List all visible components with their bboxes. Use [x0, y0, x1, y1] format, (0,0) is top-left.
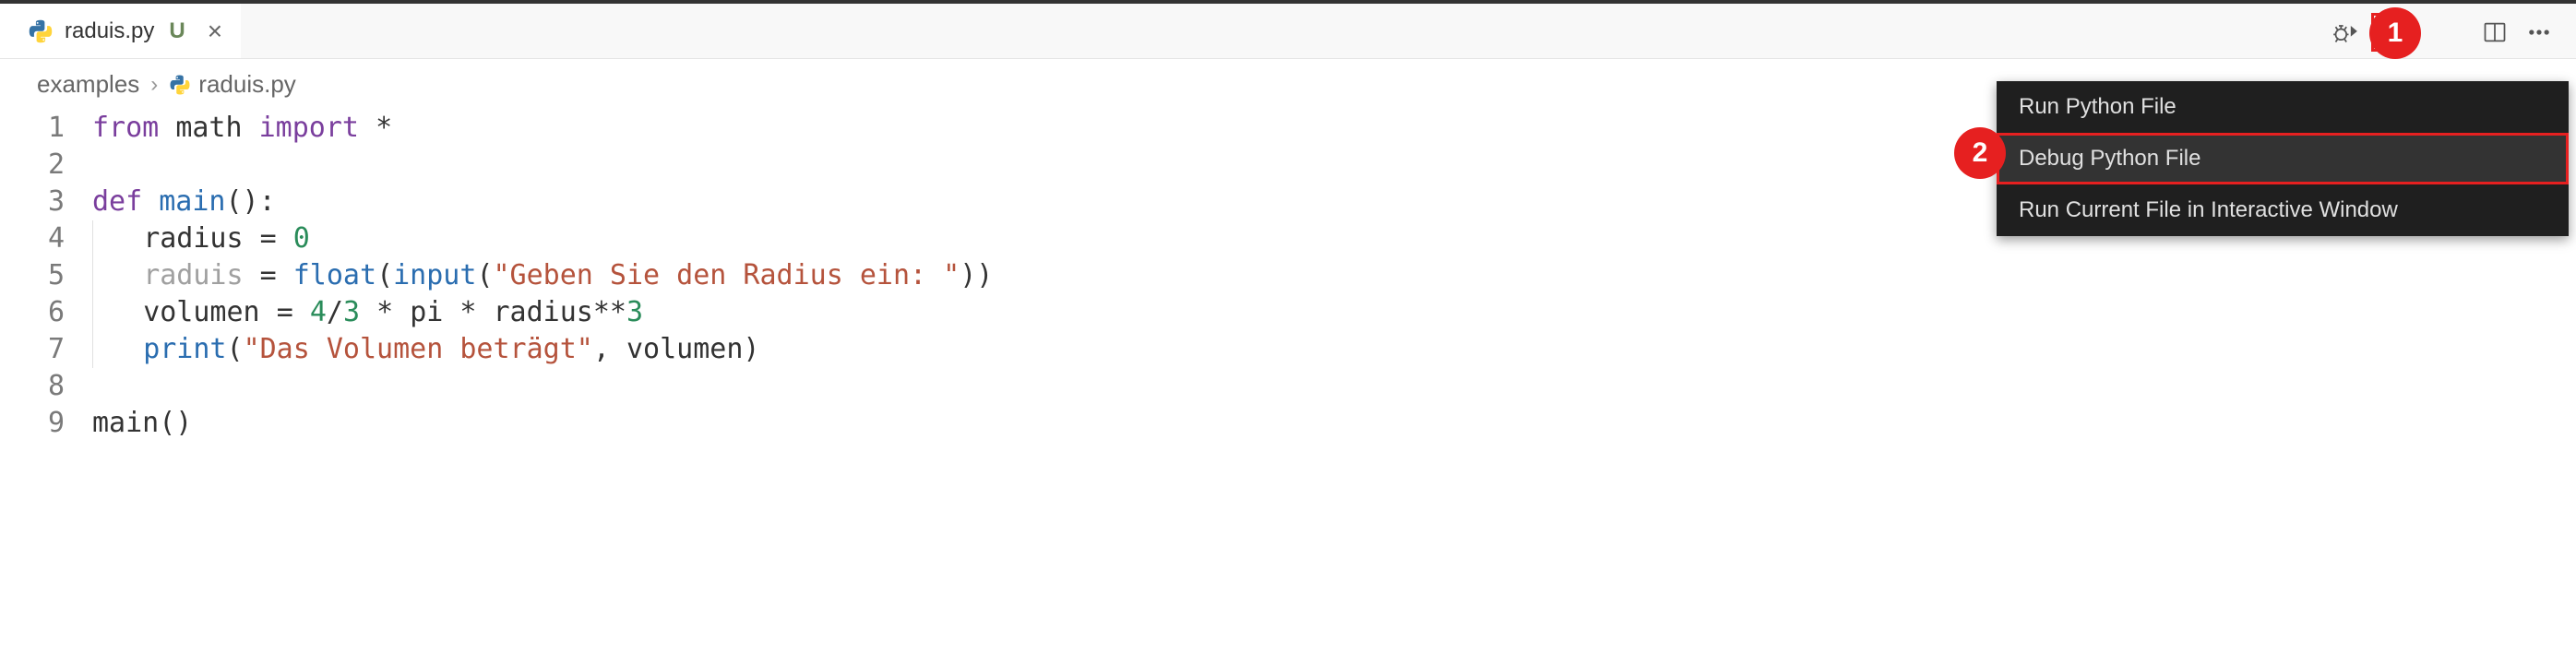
breadcrumb-folder[interactable]: examples [37, 70, 139, 99]
run-context-menu: Run Python FileDebug Python FileRun Curr… [1997, 81, 2569, 236]
annotation-marker-1: 1 [2369, 7, 2421, 59]
line-number: 5 [0, 257, 65, 294]
line-number: 3 [0, 184, 65, 220]
line-number: 6 [0, 294, 65, 331]
breadcrumb-file[interactable]: raduis.py [169, 70, 296, 99]
editor-tab[interactable]: raduis.py U × [0, 4, 241, 58]
code-line[interactable]: volumen = 4/3 * pi * radius**3 [92, 294, 2576, 331]
menu-item[interactable]: Run Current File in Interactive Window [1997, 184, 2569, 236]
tab-modified-indicator: U [169, 18, 185, 44]
menu-item[interactable]: Run Python File [1997, 81, 2569, 133]
menu-item[interactable]: Debug Python File [1997, 133, 2569, 184]
code-line[interactable]: main() [92, 405, 2576, 442]
code-line[interactable]: print("Das Volumen beträgt", volumen) [92, 331, 2576, 368]
chevron-right-icon: › [150, 72, 158, 98]
line-number: 9 [0, 405, 65, 442]
split-editor-icon[interactable] [2476, 14, 2513, 51]
tab-filename: raduis.py [65, 18, 154, 44]
debug-run-icon[interactable] [2327, 14, 2364, 51]
line-number-gutter: 123456789 [0, 110, 92, 442]
editor-actions-toolbar [2327, 13, 2558, 52]
line-number: 7 [0, 331, 65, 368]
code-line[interactable]: raduis = float(input("Geben Sie den Radi… [92, 257, 2576, 294]
close-icon[interactable]: × [208, 18, 222, 44]
line-number: 4 [0, 220, 65, 257]
python-icon [28, 18, 54, 44]
more-actions-icon[interactable] [2521, 14, 2558, 51]
line-number: 2 [0, 147, 65, 184]
annotation-marker-2: 2 [1954, 127, 2006, 179]
line-number: 8 [0, 368, 65, 405]
python-icon [169, 74, 191, 96]
line-number: 1 [0, 110, 65, 147]
code-line[interactable] [92, 368, 2576, 405]
tab-bar: raduis.py U × [0, 4, 2576, 59]
